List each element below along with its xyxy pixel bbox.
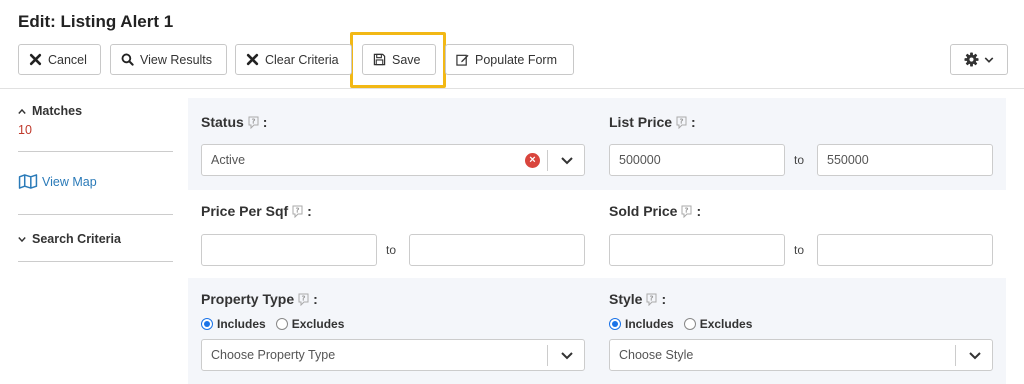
style-select[interactable]: Choose Style bbox=[609, 339, 993, 371]
property-type-select[interactable]: Choose Property Type bbox=[201, 339, 585, 371]
property-type-label-text: Property Type bbox=[201, 291, 295, 307]
list-price-max-input[interactable]: 550000 bbox=[817, 144, 993, 176]
help-icon[interactable]: ? bbox=[248, 116, 259, 129]
chevron-down-icon[interactable] bbox=[560, 351, 574, 361]
includes-radio[interactable] bbox=[201, 318, 213, 330]
to-label: to bbox=[386, 243, 397, 257]
sold-price-label-text: Sold Price bbox=[609, 203, 678, 219]
settings-menu-button[interactable] bbox=[950, 44, 1008, 75]
select-divider bbox=[955, 345, 956, 366]
gear-icon bbox=[964, 52, 979, 67]
populate-form-button[interactable]: Populate Form bbox=[445, 44, 574, 75]
clear-criteria-button[interactable]: Clear Criteria bbox=[235, 44, 352, 75]
price-per-sqf-max-input[interactable] bbox=[409, 234, 585, 266]
toolbar-divider bbox=[0, 88, 1024, 89]
style-placeholder: Choose Style bbox=[619, 348, 694, 362]
search-icon bbox=[121, 53, 134, 66]
close-icon bbox=[246, 53, 259, 66]
chevron-down-icon[interactable] bbox=[560, 156, 574, 166]
status-select[interactable]: Active × bbox=[201, 144, 585, 176]
colon: : bbox=[661, 291, 667, 307]
sidebar-divider bbox=[18, 261, 173, 262]
price-per-sqf-label: Price Per Sqf ? : bbox=[201, 203, 312, 219]
style-mode: Includes Excludes bbox=[609, 317, 752, 331]
svg-text:?: ? bbox=[685, 206, 689, 214]
list-price-label-text: List Price bbox=[609, 114, 673, 130]
price-per-sqf-label-text: Price Per Sqf bbox=[201, 203, 289, 219]
clear-selection-icon[interactable]: × bbox=[525, 153, 540, 168]
svg-text:?: ? bbox=[302, 294, 306, 302]
floppy-disk-icon bbox=[373, 53, 386, 66]
status-value: Active bbox=[211, 153, 246, 167]
chevron-down-icon bbox=[984, 56, 994, 63]
sidebar-divider bbox=[18, 214, 173, 215]
property-type-label: Property Type ? : bbox=[201, 291, 318, 307]
svg-text:?: ? bbox=[251, 117, 255, 125]
help-icon[interactable]: ? bbox=[292, 205, 303, 218]
view-map-label: View Map bbox=[42, 174, 97, 189]
help-icon[interactable]: ? bbox=[676, 116, 687, 129]
includes-label: Includes bbox=[217, 317, 266, 331]
svg-text:?: ? bbox=[296, 206, 300, 214]
select-divider bbox=[547, 150, 548, 171]
to-label: to bbox=[794, 243, 805, 257]
matches-section: Matches 10 bbox=[18, 104, 173, 137]
style-label-text: Style bbox=[609, 291, 643, 307]
excludes-label: Excludes bbox=[699, 317, 753, 331]
property-type-mode: Includes Excludes bbox=[201, 317, 344, 331]
help-icon[interactable]: ? bbox=[646, 293, 657, 306]
colon: : bbox=[307, 203, 312, 219]
includes-radio[interactable] bbox=[609, 318, 621, 330]
excludes-label: Excludes bbox=[291, 317, 345, 331]
search-form: Status ? : Active × List Price ? : 50000… bbox=[188, 98, 1006, 384]
help-icon[interactable]: ? bbox=[681, 205, 692, 218]
chevron-up-icon bbox=[18, 108, 26, 114]
colon: : bbox=[313, 291, 318, 307]
chevron-down-icon bbox=[18, 236, 26, 242]
edit-icon bbox=[456, 54, 469, 66]
view-results-button[interactable]: View Results bbox=[110, 44, 227, 75]
page-title: Edit: Listing Alert 1 bbox=[18, 12, 174, 31]
excludes-radio[interactable] bbox=[275, 318, 288, 330]
sold-price-min-input[interactable] bbox=[609, 234, 785, 266]
clear-criteria-label: Clear Criteria bbox=[265, 52, 339, 67]
save-label: Save bbox=[392, 52, 421, 67]
colon: : bbox=[691, 114, 696, 130]
select-divider bbox=[547, 345, 548, 366]
close-icon bbox=[29, 53, 42, 66]
style-label: Style ? : bbox=[609, 291, 666, 307]
sold-price-label: Sold Price ? : bbox=[609, 203, 701, 219]
status-label-text: Status bbox=[201, 114, 244, 130]
status-label: Status ? : bbox=[201, 114, 267, 130]
populate-form-label: Populate Form bbox=[475, 52, 557, 67]
sold-price-max-input[interactable] bbox=[817, 234, 993, 266]
excludes-radio[interactable] bbox=[683, 318, 696, 330]
colon: : bbox=[696, 203, 702, 219]
list-price-label: List Price ? : bbox=[609, 114, 696, 130]
price-per-sqf-min-input[interactable] bbox=[201, 234, 377, 266]
matches-label: Matches bbox=[32, 104, 83, 118]
cancel-label: Cancel bbox=[48, 52, 87, 67]
to-label: to bbox=[794, 153, 805, 167]
svg-text:?: ? bbox=[680, 117, 684, 125]
includes-label: Includes bbox=[625, 317, 674, 331]
help-icon[interactable]: ? bbox=[298, 293, 309, 306]
search-criteria-toggle[interactable]: Search Criteria bbox=[18, 232, 121, 246]
svg-text:?: ? bbox=[650, 294, 654, 302]
map-icon bbox=[18, 174, 38, 189]
view-results-label: View Results bbox=[140, 52, 213, 67]
colon: : bbox=[262, 114, 268, 130]
sidebar-divider bbox=[18, 151, 173, 152]
search-criteria-label: Search Criteria bbox=[32, 232, 121, 246]
list-price-min-input[interactable]: 500000 bbox=[609, 144, 785, 176]
matches-count: 10 bbox=[18, 123, 32, 137]
property-type-placeholder: Choose Property Type bbox=[211, 348, 336, 362]
save-button[interactable]: Save bbox=[362, 44, 436, 75]
matches-toggle[interactable]: Matches bbox=[18, 104, 173, 118]
view-map-link[interactable]: View Map bbox=[18, 174, 97, 189]
chevron-down-icon[interactable] bbox=[968, 351, 982, 361]
cancel-button[interactable]: Cancel bbox=[18, 44, 101, 75]
